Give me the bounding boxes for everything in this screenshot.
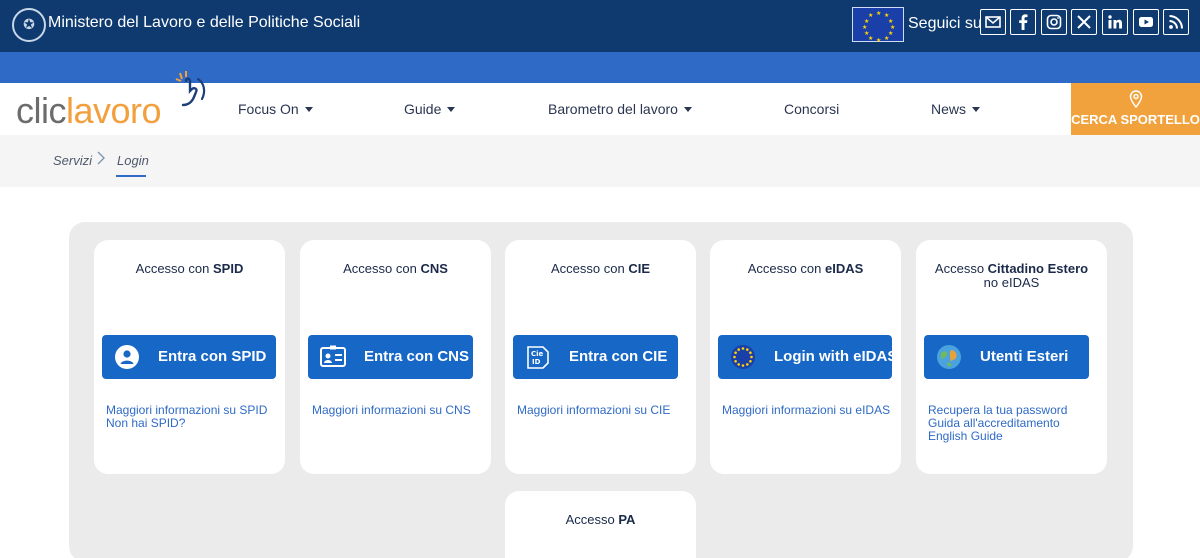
cns-login-button[interactable]: Entra con CNS [308,335,473,379]
chevron-right-icon [97,151,105,168]
user-icon [115,345,139,369]
republic-emblem-icon[interactable]: ✪ [12,8,46,42]
cns-info-link[interactable]: Maggiori informazioni su CNS [312,404,471,417]
chevron-down-icon [972,107,981,112]
chevron-down-icon [683,107,692,112]
mail-icon[interactable] [980,9,1006,35]
eidas-login-button[interactable]: Login with eIDAS [718,335,897,379]
spid-login-button[interactable]: Entra con SPID [102,335,276,379]
map-pin-icon [1129,90,1143,108]
card-title: Accesso con SPID [135,261,244,276]
cliclavoro-logo[interactable]: cliclavoro [16,90,162,131]
cie-login-button[interactable]: Cie ID Entra con CIE [513,335,678,379]
no-spid-link[interactable]: Non hai SPID? [106,417,267,430]
card-title: Accesso con CNS [343,261,448,276]
cerca-sportello-button[interactable]: CERCA SPORTELLO [1071,83,1200,135]
nav-news[interactable]: News [931,101,981,117]
logo-text-lavoro: lavoro [66,90,162,131]
card-title: Accesso con eIDAS [747,261,864,276]
cns-card: Accesso con CNS Entra con CNS Maggiori i… [300,240,491,474]
chevron-down-icon [304,107,313,112]
breadcrumb: Servizi Login [0,135,1200,187]
svg-text:ID: ID [532,358,541,366]
card-links: Maggiori informazioni su SPID Non hai SP… [106,404,267,430]
card-links: Recupera la tua password Guida all'accre… [928,404,1067,443]
pointer-hand-icon [175,71,206,107]
rss-icon[interactable] [1163,9,1189,35]
card-title: Accesso con CIE [551,261,650,276]
ministry-name[interactable]: Ministero del Lavoro e delle Politiche S… [48,14,360,32]
card-title: Accesso Cittadino Estero no eIDAS [934,261,1089,290]
login-panel: Accesso con SPID Entra con SPID Maggiori… [69,222,1133,558]
card-title: Accesso PA [565,512,636,527]
globe-icon [937,345,961,369]
cie-card: Accesso con CIE Cie ID Entra con CIE Magg… [505,240,696,474]
eidas-card: Accesso con eIDAS Login with eIDAS Maggi… [710,240,901,474]
card-links: Maggiori informazioni su CNS [312,404,471,417]
breadcrumb-active-indicator [116,175,146,177]
foreign-users-button[interactable]: Utenti Esteri [924,335,1089,379]
spid-card: Accesso con SPID Entra con SPID Maggiori… [94,240,285,474]
instagram-icon[interactable] [1041,9,1067,35]
nav-concorsi[interactable]: Concorsi [784,101,839,117]
facebook-icon[interactable] [1010,9,1036,35]
main-navbar: cliclavoro Focus On Guide Barometro del … [0,71,1200,135]
youtube-icon[interactable] [1133,9,1159,35]
nav-guide[interactable]: Guide [404,101,456,117]
foreign-citizen-card: Accesso Cittadino Estero no eIDAS Utenti … [916,240,1107,474]
svg-text:Cie: Cie [531,350,544,358]
cerca-sportello-label: CERCA SPORTELLO [1071,112,1200,127]
linkedin-icon[interactable] [1102,9,1128,35]
pa-card: Accesso PA [505,491,696,558]
eu-stars-icon [731,345,755,369]
chevron-down-icon [447,107,456,112]
card-links: Maggiori informazioni su CIE [517,404,670,417]
ministry-header: ✪ Ministero del Lavoro e delle Politiche… [0,0,1200,52]
breadcrumb-login: Login [117,153,149,168]
eu-flag-icon: ★ ★ ★ ★ ★ ★ ★ ★ ★ ★ ★ ★ [852,7,904,44]
x-icon[interactable] [1071,9,1097,35]
eidas-info-link[interactable]: Maggiori informazioni su eIDAS [722,404,890,417]
breadcrumb-servizi[interactable]: Servizi [53,153,92,168]
card-links: Maggiori informazioni su eIDAS [722,404,890,417]
nav-barometro[interactable]: Barometro del lavoro [548,101,692,117]
id-card-icon [320,345,346,367]
cie-icon: CieID [527,346,549,369]
cie-info-link[interactable]: Maggiori informazioni su CIE [517,404,670,417]
follow-us-label: Seguici su: [908,15,987,32]
nav-focus-on[interactable]: Focus On [238,101,313,117]
logo-text-clic: clic [16,90,67,131]
english-guide-link[interactable]: English Guide [928,430,1067,443]
